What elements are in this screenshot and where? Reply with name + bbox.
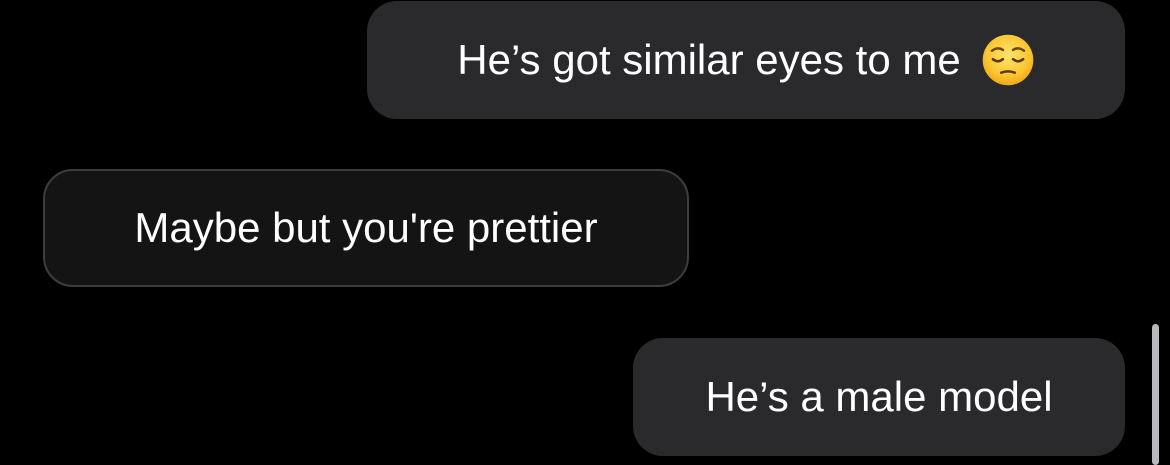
sent-message-bubble[interactable]: He’s a male model xyxy=(633,338,1125,456)
message-text: He’s got similar eyes to me xyxy=(457,36,961,83)
sent-message-bubble[interactable]: He’s got similar eyes to me xyxy=(367,1,1125,119)
message-text: He’s a male model xyxy=(705,373,1053,420)
scrollbar[interactable] xyxy=(1152,324,1159,465)
message-text: Maybe but you're prettier xyxy=(134,204,598,251)
message-thread[interactable]: He’s got similar eyes to me Maybe but yo… xyxy=(0,0,1170,465)
pensive-face-emoji-icon xyxy=(982,34,1034,86)
received-message-bubble[interactable]: Maybe but you're prettier xyxy=(43,169,689,287)
